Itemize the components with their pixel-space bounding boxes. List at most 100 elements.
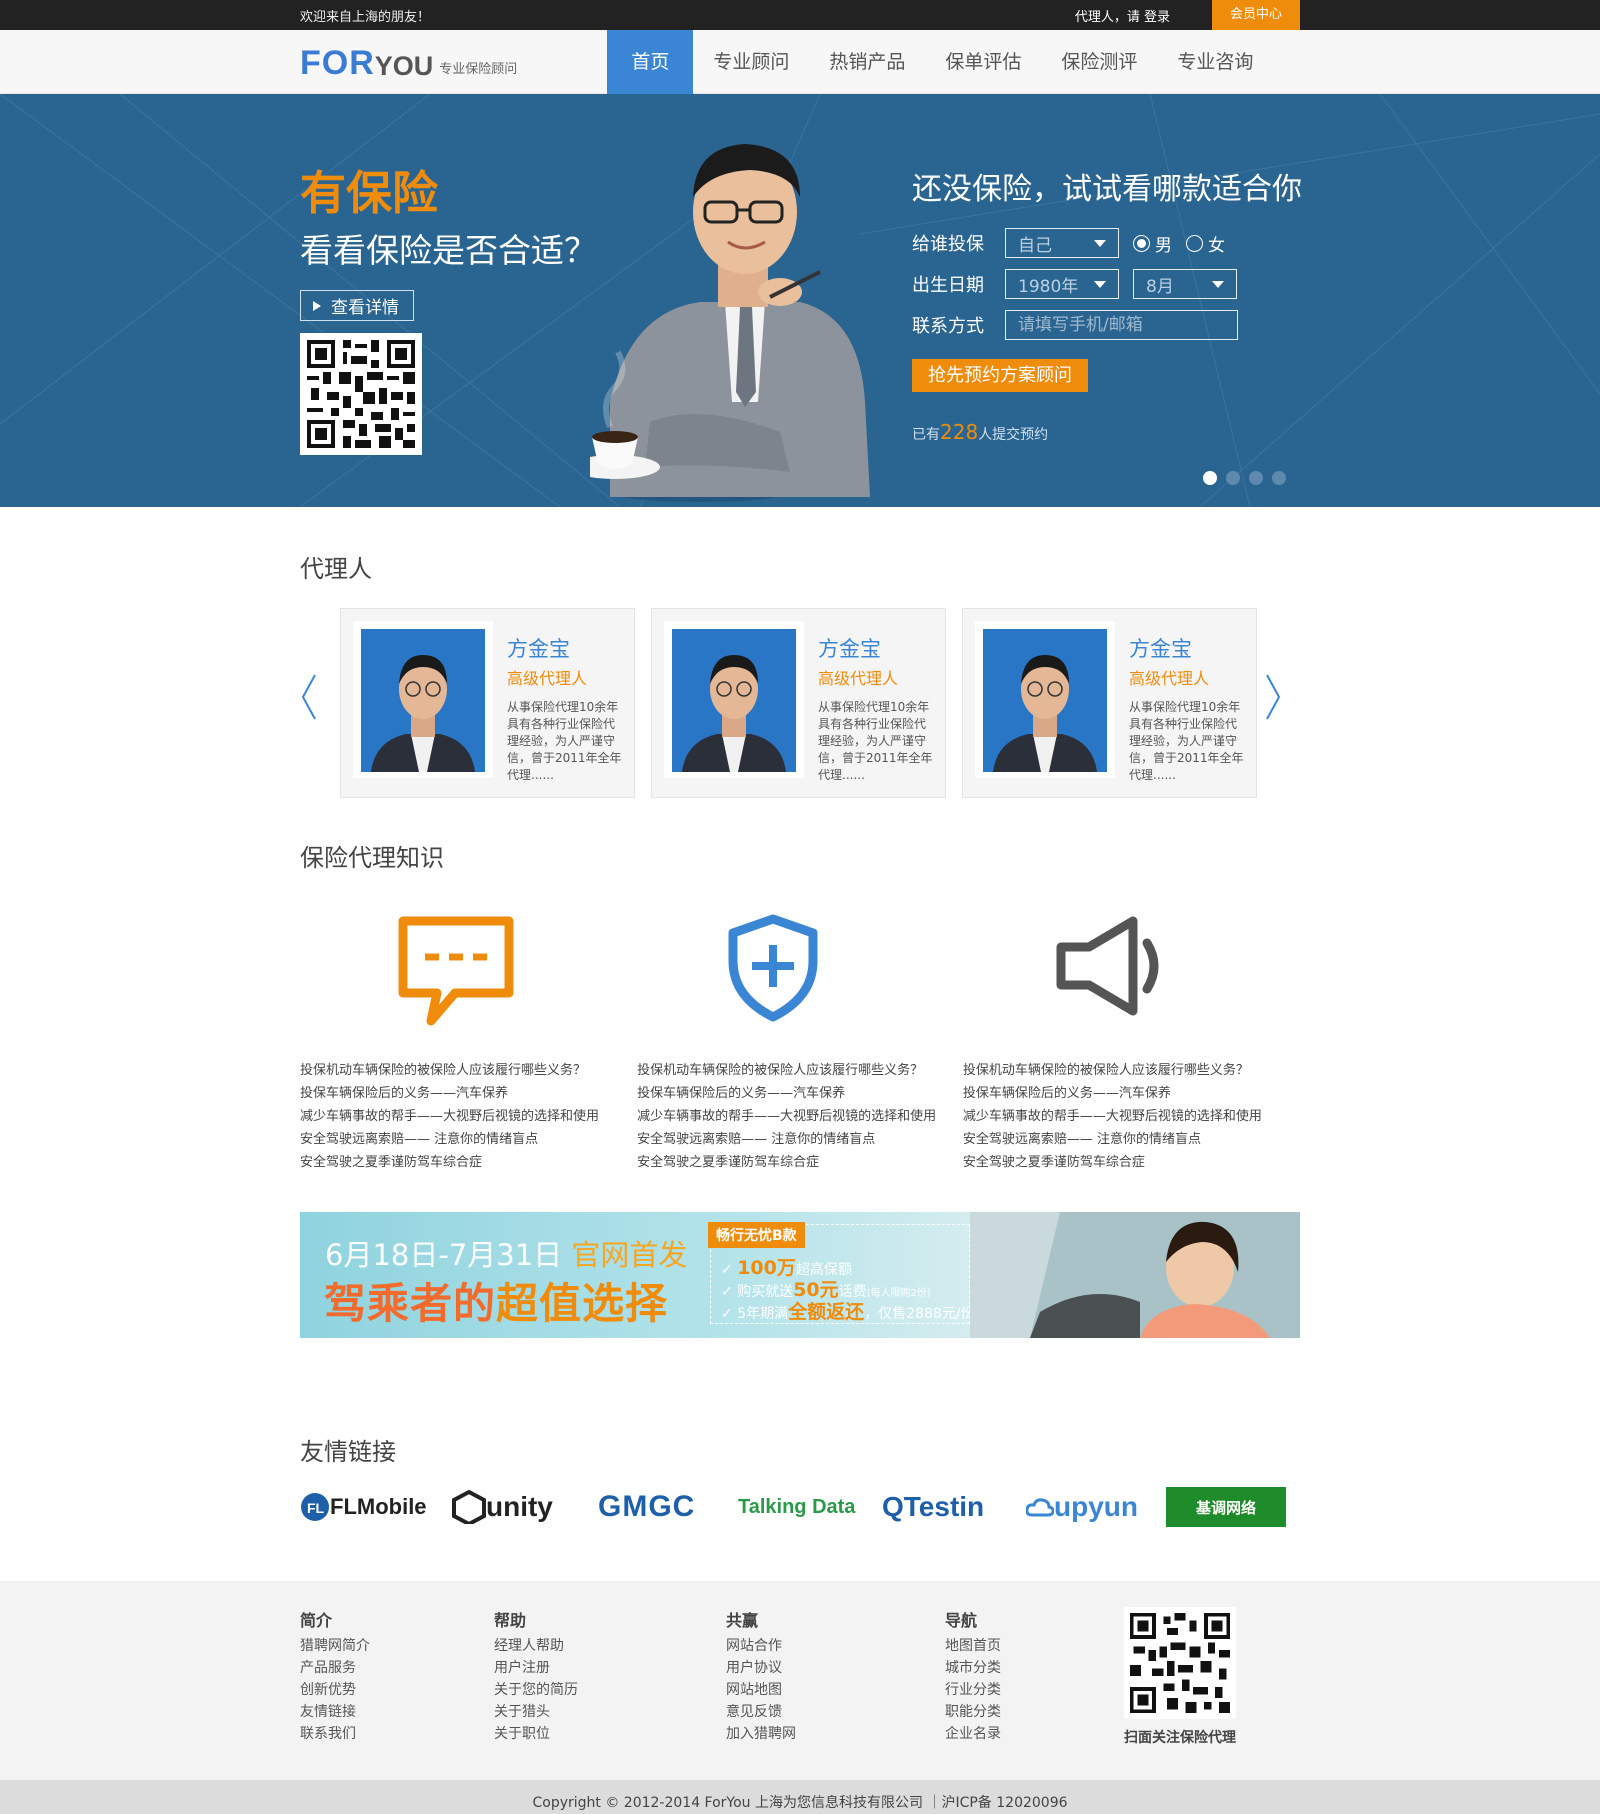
partner-logo-unity[interactable]: unity [452,1487,588,1527]
footer-link[interactable]: 行业分类 [945,1679,1085,1701]
partner-logo-networkbench[interactable]: 基调网络 [1166,1487,1286,1527]
knowledge-link[interactable]: 安全驾驶之夏季谨防驾车综合症 [963,1151,1300,1174]
reserve-consultant-button[interactable]: 抢先预约方案顾问 [912,359,1088,392]
slider-dot-1[interactable] [1203,471,1217,485]
nav-products[interactable]: 热销产品 [809,30,925,94]
knowledge-link[interactable]: 投保机动车辆保险的被保险人应该履行哪些义务？ [637,1059,963,1082]
footer-link[interactable]: 联系我们 [300,1723,494,1745]
promo-line-3-bold: 全额返还 [788,1301,865,1323]
footer-link[interactable]: 关于您的简历 [494,1679,726,1701]
knowledge-link[interactable]: 减少车辆事故的帮手——大视野后视镜的选择和使用 [637,1105,963,1128]
promo-date-range: 6月18日-7月31日 [325,1238,563,1272]
partner-logo-flmobile[interactable]: FL FLMobile [300,1487,430,1527]
knowledge-link[interactable]: 投保车辆保险后的义务——汽车保养 [637,1082,963,1105]
nav-advisor[interactable]: 专业顾问 [693,30,809,94]
knowledge-link[interactable]: 投保车辆保险后的义务——汽车保养 [300,1082,637,1105]
footer-link[interactable]: 职能分类 [945,1701,1085,1723]
knowledge-link[interactable]: 减少车辆事故的帮手——大视野后视镜的选择和使用 [963,1105,1300,1128]
view-details-button[interactable]: 查看详情 [300,290,414,321]
partner-logo-unity-text: unity [486,1491,553,1522]
footer-link[interactable]: 关于职位 [494,1723,726,1745]
friend-links-title: 友情链接 [300,1438,396,1466]
birth-month-select[interactable]: 8月 [1133,269,1237,299]
footer-link[interactable]: 产品服务 [300,1657,494,1679]
footer-link[interactable]: 用户协议 [726,1657,945,1679]
knowledge-link[interactable]: 投保机动车辆保险的被保险人应该履行哪些义务？ [300,1059,637,1082]
agent-description: 从事保险代理10余年具有各种行业保险代理经验，为人严谨守信，曾于2011年全年代… [1129,700,1244,782]
login-link[interactable]: 代理人，请 登录 [1075,6,1170,25]
partner-logo-networkbench-text: 基调网络 [1195,1499,1256,1517]
slider-dot-2[interactable] [1226,471,1240,485]
nav-insurance-test[interactable]: 保险测评 [1041,30,1157,94]
knowledge-link[interactable]: 安全驾驶之夏季谨防驾车综合症 [300,1151,637,1174]
footer-link[interactable]: 地图首页 [945,1635,1085,1657]
agent-card[interactable]: 方金宝 高级代理人 从事保险代理10余年具有各种行业保险代理经验，为人严谨守信，… [651,608,946,798]
logo[interactable]: FOR YOU 专业保险顾问 [300,30,517,94]
agent-name: 方金宝 [507,637,570,661]
knowledge-link[interactable]: 安全驾驶远离索赔—— 注意你的情绪盲点 [963,1128,1300,1151]
nav-consult[interactable]: 专业咨询 [1157,30,1273,94]
count-number: 228 [940,420,979,444]
insured-select[interactable]: 自己 [1005,228,1119,258]
footer-column-help: 帮助 经理人帮助 用户注册 关于您的简历 关于猎头 关于职位 [494,1607,726,1747]
birth-year-select[interactable]: 1980年 [1005,269,1119,299]
footer-heading: 帮助 [494,1611,527,1630]
footer-link[interactable]: 创新优势 [300,1679,494,1701]
promo-banner[interactable]: 6月18日-7月31日 官网首发 驾乘者的超值选择 畅行无忧B款 ✓ 100万超… [300,1212,1300,1338]
member-center-button[interactable]: 会员中心 [1212,0,1300,30]
contact-input[interactable]: 请填写手机/邮箱 [1005,310,1238,340]
gender-male-radio[interactable]: 男 [1133,231,1172,256]
footer-link[interactable]: 猎聘网简介 [300,1635,494,1657]
footer-link[interactable]: 网站合作 [726,1635,945,1657]
svg-text:FL: FL [307,1500,325,1516]
promo-line-3: ✓ 5年期满全额返还，仅售2888元/份 [721,1301,975,1323]
chevron-down-icon [1094,239,1106,247]
footer-link[interactable]: 友情链接 [300,1701,494,1723]
knowledge-link[interactable]: 安全驾驶远离索赔—— 注意你的情绪盲点 [637,1128,963,1151]
unity-icon [452,1490,486,1524]
knowledge-link[interactable]: 安全驾驶之夏季谨防驾车综合症 [637,1151,963,1174]
partner-logo-talkingdata[interactable]: Talking Data [738,1487,864,1527]
agent-name: 方金宝 [1129,637,1192,661]
hero-headline: 有保险 [300,166,438,220]
birth-year-value: 1980年 [1018,276,1079,297]
chevron-left-icon[interactable] [300,673,318,721]
knowledge-link[interactable]: 减少车辆事故的帮手——大视野后视镜的选择和使用 [300,1105,637,1128]
promo-headline: 驾乘者的超值选择 [324,1270,668,1331]
hero-subheadline: 看看保险是否合适？ [300,231,597,270]
knowledge-link[interactable]: 投保机动车辆保险的被保险人应该履行哪些义务？ [963,1059,1300,1082]
footer-link[interactable]: 企业名录 [945,1723,1085,1745]
slider-dot-3[interactable] [1249,471,1263,485]
agent-card[interactable]: 方金宝 高级代理人 从事保险代理10余年具有各种行业保险代理经验，为人严谨守信，… [340,608,635,798]
footer-link[interactable]: 经理人帮助 [494,1635,726,1657]
gender-female-radio[interactable]: 女 [1186,231,1225,256]
knowledge-link[interactable]: 投保车辆保险后的义务——汽车保养 [963,1082,1300,1105]
agent-card[interactable]: 方金宝 高级代理人 从事保险代理10余年具有各种行业保险代理经验，为人严谨守信，… [962,608,1257,798]
promo-headline-1: 驾乘者的 [324,1279,497,1328]
avatar [361,629,485,772]
knowledge-link[interactable]: 安全驾驶远离索赔—— 注意你的情绪盲点 [300,1128,637,1151]
footer-link[interactable]: 城市分类 [945,1657,1085,1679]
footer-link[interactable]: 用户注册 [494,1657,726,1679]
nav-home[interactable]: 首页 [607,30,694,94]
footer-link[interactable]: 关于猎头 [494,1701,726,1723]
slider-dot-4[interactable] [1272,471,1286,485]
radio-checked-icon [1133,234,1150,252]
driver-illustration [970,1212,1300,1338]
chevron-right-icon[interactable] [1264,673,1282,721]
footer-link[interactable]: 加入猎聘网 [726,1723,945,1745]
agent-description: 从事保险代理10余年具有各种行业保险代理经验，为人严谨守信，曾于2011年全年代… [507,700,622,782]
partner-logo-upyun[interactable]: upyun [1026,1487,1146,1527]
partner-logo-gmgc[interactable]: GMGC [598,1487,718,1527]
footer-link[interactable]: 意见反馈 [726,1701,945,1723]
flmobile-icon: FL [301,1493,329,1521]
knowledge-column: 投保机动车辆保险的被保险人应该履行哪些义务？ 投保车辆保险后的义务——汽车保养 … [637,913,963,1174]
footer-heading: 共赢 [726,1611,759,1630]
chevron-down-icon [1212,280,1224,288]
partner-logo-qtestin[interactable]: QTestin [882,1487,1002,1527]
shield-plus-icon [728,914,818,1022]
gender-male-label: 男 [1155,235,1172,256]
footer-link[interactable]: 网站地图 [726,1679,945,1701]
agent-level: 高级代理人 [507,669,588,688]
nav-policy-eval[interactable]: 保单评估 [925,30,1041,94]
